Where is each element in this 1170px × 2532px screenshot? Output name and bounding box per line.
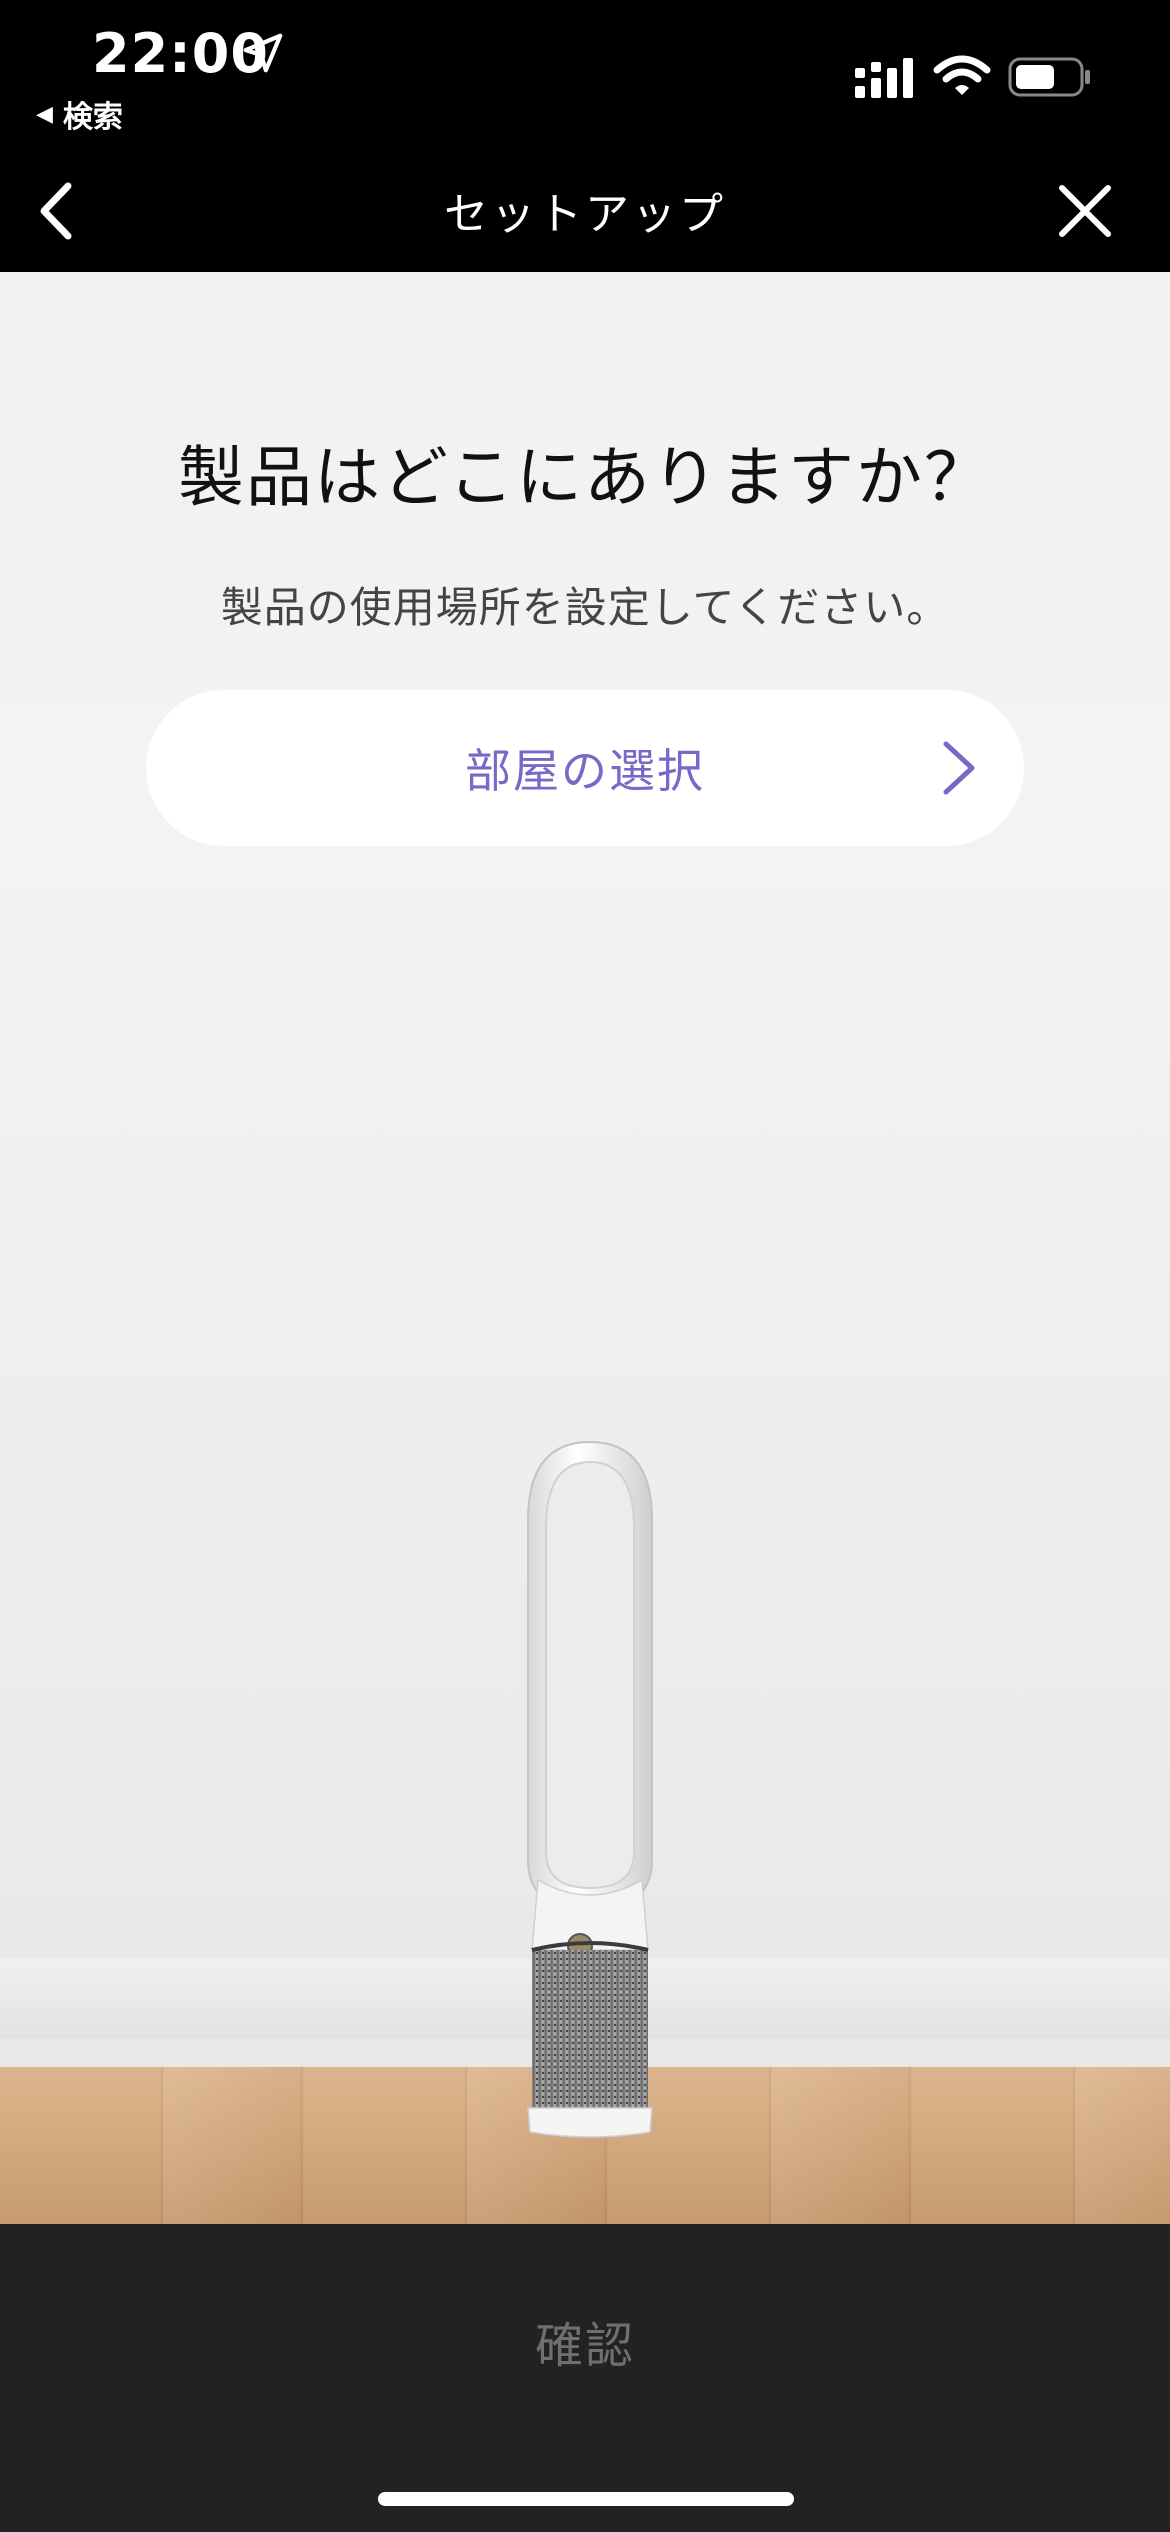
back-app-label: 検索 [62,100,123,135]
location-arrow-icon [243,33,283,73]
page-subheading: 製品の使用場所を設定してください。 [220,583,950,632]
status-bar: 22:00 ◀ 検索 [0,0,1170,150]
main-content: 製品はどこにありますか？ 製品の使用場所を設定してください。 部屋の選択 [0,272,1170,2224]
confirm-button[interactable]: 確認 [0,2306,1170,2376]
back-triangle-icon: ◀ [36,101,53,127]
page-heading: 製品はどこにありますか？ [177,439,993,516]
nav-title: セットアップ [444,189,726,240]
cellular-signal-icon [855,58,913,98]
back-to-app-button[interactable]: ◀ 検索 [36,92,123,136]
select-room-button[interactable]: 部屋の選択 [146,690,1024,846]
chevron-right-icon [943,741,975,795]
bottom-bar: 確認 [0,2224,1170,2532]
select-room-label: 部屋の選択 [465,744,705,798]
battery-icon [1008,57,1090,97]
close-icon[interactable] [1050,176,1120,246]
wifi-icon [933,55,991,95]
product-fan-image [527,1440,653,2138]
navigation-bar: セットアップ [0,150,1170,272]
home-indicator[interactable] [378,2492,794,2506]
